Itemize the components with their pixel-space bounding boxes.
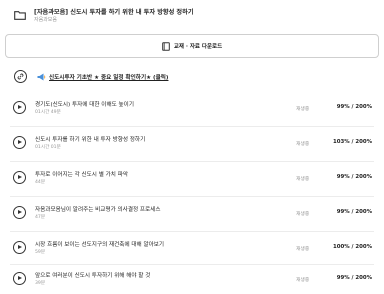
lesson-status: 재생중 bbox=[296, 142, 310, 147]
lesson-row[interactable]: 앞으로 여러분이 신도시 투자하기 위해 해야 할 것 39분 재생중 99% … bbox=[0, 263, 384, 294]
download-label: 교재 · 자료 다운로드 bbox=[173, 44, 223, 50]
lesson-progress: 103% / 200% bbox=[332, 139, 372, 145]
megaphone-icon bbox=[37, 73, 46, 81]
download-materials-button[interactable]: 교재 · 자료 다운로드 bbox=[5, 34, 379, 58]
lesson-status: 재생중 bbox=[296, 278, 310, 283]
notice-row[interactable]: 신도시투자 기초반 ★ 중요 일정 확인하기★ (클릭) bbox=[0, 64, 384, 90]
lesson-progress: 99% / 200% bbox=[336, 104, 372, 110]
book-icon bbox=[162, 41, 170, 51]
play-icon[interactable] bbox=[13, 101, 26, 114]
course-header: [자음과모음] 신도시 투자를 하기 위한 내 투자 방향성 정하기 자음과모음 bbox=[0, 0, 384, 30]
lesson-status: 재생중 bbox=[296, 247, 310, 252]
lesson-title: 앞으로 여러분이 신도시 투자하기 위해 해야 할 것 bbox=[35, 273, 151, 279]
lesson-progress: 99% / 200% bbox=[336, 209, 372, 215]
lesson-status: 재생중 bbox=[296, 177, 310, 182]
lesson-duration: 01시간 01분 bbox=[35, 145, 61, 150]
lesson-row[interactable]: 투자로 이어지는 각 신도시 별 가치 파악 44분 재생중 99% / 200… bbox=[0, 162, 384, 196]
play-icon[interactable] bbox=[13, 136, 26, 149]
lesson-title: 시장 흐름이 보이는 선도지구의 재건축에 대해 알아보기 bbox=[35, 242, 165, 248]
lesson-progress: 100% / 200% bbox=[332, 244, 372, 250]
link-icon bbox=[14, 70, 27, 83]
play-icon[interactable] bbox=[13, 241, 26, 254]
lesson-duration: 44분 bbox=[35, 180, 46, 185]
lesson-title: 자음과모음님이 알려주는 비교평가 의사결정 프로세스 bbox=[35, 207, 161, 213]
course-title: [자음과모음] 신도시 투자를 하기 위한 내 투자 방향성 정하기 bbox=[34, 9, 194, 16]
lesson-row[interactable]: 신도시 투자를 하기 위한 내 투자 방향성 정하기 01시간 01분 재생중 … bbox=[0, 127, 384, 161]
lesson-row[interactable]: 시장 흐름이 보이는 선도지구의 재건축에 대해 알아보기 59분 재생중 10… bbox=[0, 232, 384, 266]
lesson-progress: 99% / 200% bbox=[336, 275, 372, 281]
play-icon[interactable] bbox=[13, 206, 26, 219]
lesson-row[interactable]: 경기도(신도시) 투자에 대한 이해도 높이기 01시간 49분 재생중 99%… bbox=[0, 92, 384, 126]
course-subtitle: 자음과모음 bbox=[34, 17, 58, 23]
lesson-title: 경기도(신도시) 투자에 대한 이해도 높이기 bbox=[35, 102, 134, 108]
lesson-duration: 59분 bbox=[35, 250, 46, 255]
play-icon[interactable] bbox=[13, 272, 26, 285]
folder-icon bbox=[14, 11, 26, 20]
lesson-progress: 99% / 200% bbox=[336, 174, 372, 180]
lesson-duration: 01시간 49분 bbox=[35, 110, 61, 115]
play-icon[interactable] bbox=[13, 171, 26, 184]
notice-link[interactable]: 신도시투자 기초반 ★ 중요 일정 확인하기★ (클릭) bbox=[49, 73, 168, 81]
lesson-row[interactable]: 자음과모음님이 알려주는 비교평가 의사결정 프로세스 47분 재생중 99% … bbox=[0, 197, 384, 231]
lesson-status: 재생중 bbox=[296, 107, 310, 112]
lesson-duration: 39분 bbox=[35, 281, 46, 286]
lesson-title: 신도시 투자를 하기 위한 내 투자 방향성 정하기 bbox=[35, 137, 146, 143]
lesson-status: 재생중 bbox=[296, 212, 310, 217]
lesson-title: 투자로 이어지는 각 신도시 별 가치 파악 bbox=[35, 172, 129, 178]
lesson-duration: 47분 bbox=[35, 215, 46, 220]
